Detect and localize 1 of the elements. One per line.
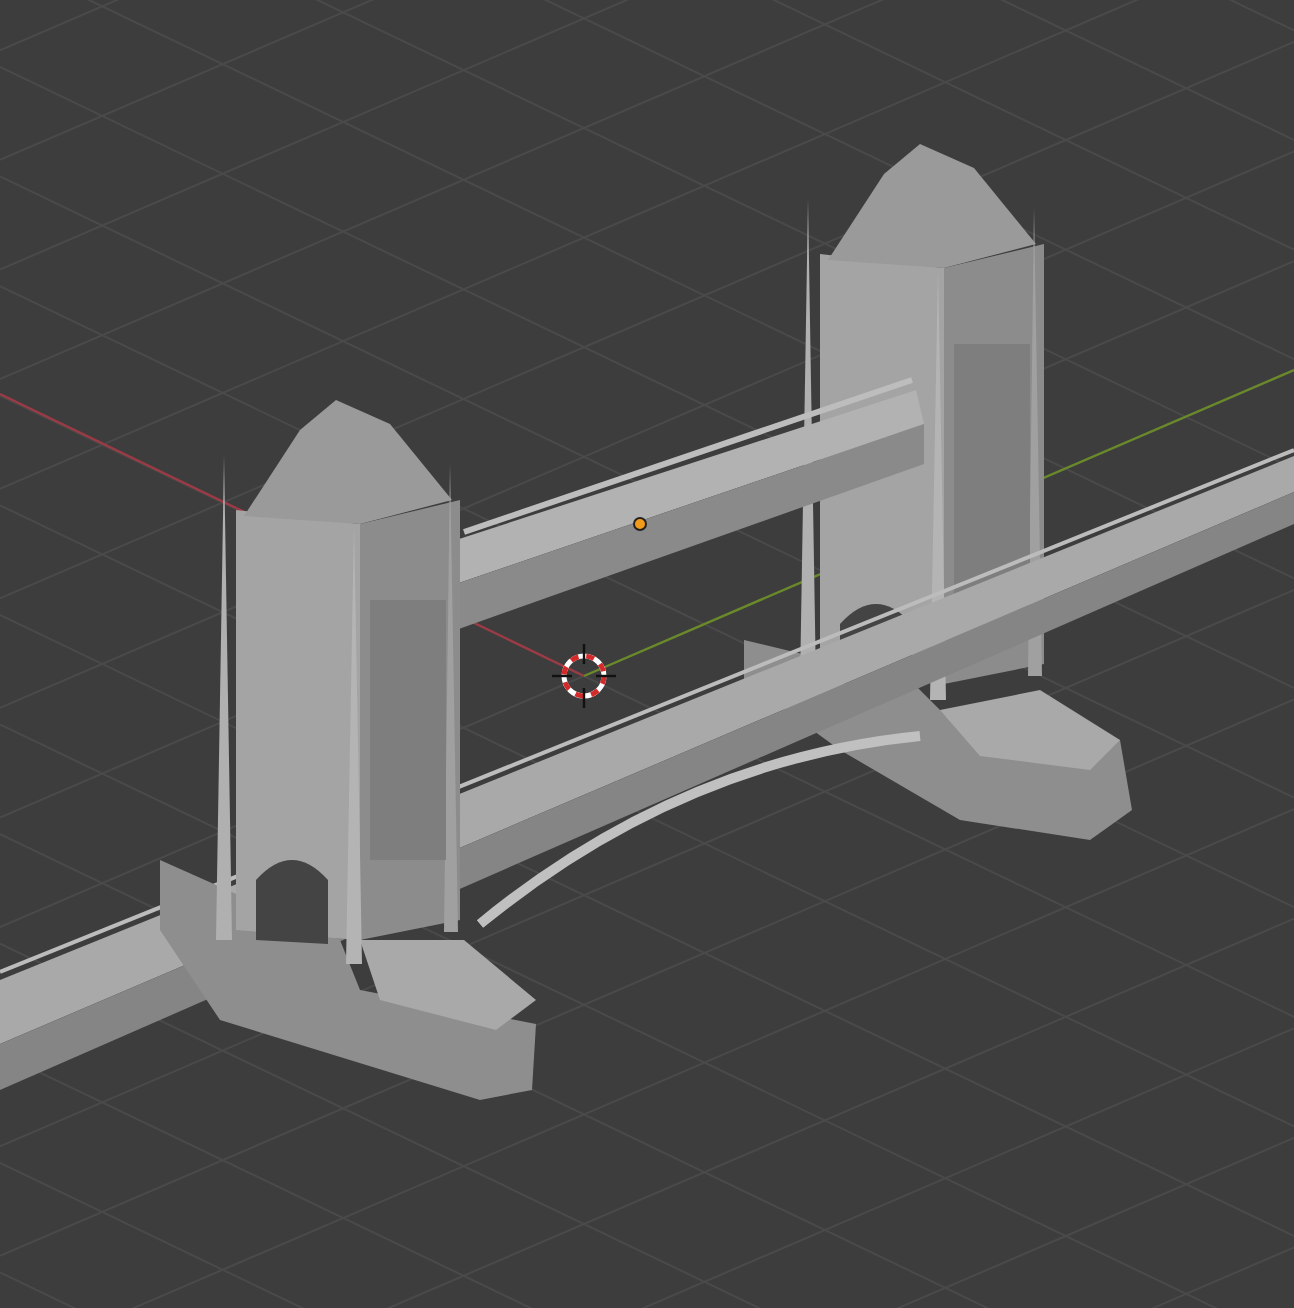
3d-cursor-icon[interactable] xyxy=(552,644,616,708)
